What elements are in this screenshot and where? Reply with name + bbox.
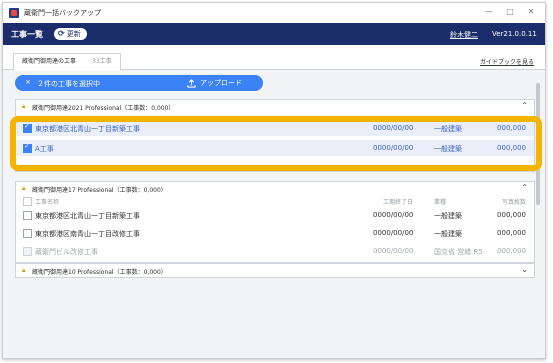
refresh-icon: ⟳ — [58, 29, 65, 38]
tab-count: 33工事 — [92, 58, 112, 65]
upload-label: アップロード — [200, 79, 242, 87]
checkbox-icon[interactable] — [23, 229, 32, 238]
lock-icon: 🔒︎ — [22, 267, 26, 274]
table-row: 蔵衛門ビル改修工事 0000/00/00 国交省 営繕 R5 000,000 — [16, 243, 534, 259]
selection-bar: × ２件の工事を選択中 アップロード — [15, 75, 263, 91]
category: 国交省 営繕 R5 — [434, 248, 483, 256]
lock-icon: 🔒︎ — [22, 103, 26, 110]
app-logo-icon — [9, 8, 19, 18]
project-name: 東京都港区北青山一丁目新築工事 — [35, 212, 140, 220]
group-title: 蔵衛門御用達2021 Professional（工事数：0,000） — [32, 105, 175, 112]
tab-label: 蔵衛門御用達の工事 — [22, 58, 77, 65]
chevron-down-icon[interactable]: ⌄ — [521, 265, 528, 274]
user-name-link[interactable]: 鈴木健二 — [450, 30, 478, 40]
photo-count: 000,000 — [497, 211, 526, 219]
tab-projects[interactable]: 蔵衛門御用達の工事 33工事 — [13, 53, 121, 71]
lock-icon: 🔒︎ — [22, 185, 26, 192]
minimize-button[interactable]: — — [482, 7, 496, 16]
chevron-up-icon[interactable]: ⌃ — [521, 101, 528, 110]
upload-icon — [187, 78, 196, 88]
photo-count: 000,000 — [497, 247, 526, 255]
window-title: 蔵衛門一括バックアップ — [24, 9, 101, 17]
page-title: 工事一覧 — [11, 30, 43, 39]
group-header[interactable]: 🔒︎ 蔵衛門御用達2021 Professional（工事数：0,000） ⌃ — [16, 100, 534, 113]
group-title: 蔵衛門御用達17 Professional（工事数：0,000） — [32, 187, 167, 194]
highlight-frame — [10, 116, 542, 171]
group-title: 蔵衛門御用達10 Professional（工事数：0,000） — [32, 269, 167, 276]
select-all-checkbox[interactable] — [23, 197, 32, 206]
checkbox-icon — [23, 247, 32, 256]
table-row[interactable]: 東京都港区南青山一丁目改修工事 0000/00/00 一般建築 000,000 — [16, 225, 534, 241]
checkbox-icon[interactable] — [23, 211, 32, 220]
maximize-button[interactable]: □ — [503, 7, 517, 16]
photo-count: 000,000 — [497, 229, 526, 237]
col-date: 工期終了日 — [383, 199, 414, 206]
tab-bar: 蔵衛門御用達の工事 33工事 ガイドブックを見る — [3, 45, 545, 71]
col-photos: 写真枚数 — [501, 199, 526, 206]
refresh-label: 更新 — [66, 30, 81, 38]
close-icon[interactable]: × — [25, 78, 31, 86]
end-date: 0000/00/00 — [373, 247, 414, 255]
selection-count: ２件の工事を選択中 — [37, 80, 100, 88]
group-header[interactable]: 🔒︎ 蔵衛門御用達10 Professional（工事数：0,000） ⌄ — [16, 264, 534, 277]
end-date: 0000/00/00 — [373, 229, 414, 237]
end-date: 0000/00/00 — [373, 211, 414, 219]
project-group-17: 🔒︎ 蔵衛門御用達17 Professional（工事数：0,000） ⌃ 工事… — [15, 181, 535, 263]
chevron-up-icon[interactable]: ⌃ — [521, 183, 528, 192]
project-name: 東京都港区南青山一丁目改修工事 — [35, 230, 140, 238]
close-window-button[interactable]: ✕ — [524, 7, 538, 16]
project-name: 蔵衛門ビル改修工事 — [35, 248, 98, 256]
table-row[interactable]: 東京都港区北青山一丁目新築工事 0000/00/00 一般建築 000,000 — [16, 207, 534, 223]
app-window: 蔵衛門一括バックアップ — □ ✕ 工事一覧 ⟳ 更新 鈴木健二 Ver21.0… — [2, 2, 546, 359]
upload-button[interactable]: アップロード — [187, 78, 242, 88]
group-header[interactable]: 🔒︎ 蔵衛門御用達17 Professional（工事数：0,000） ⌃ — [16, 182, 534, 195]
app-header: 工事一覧 ⟳ 更新 鈴木健二 Ver21.0.0.11 — [3, 23, 545, 45]
project-group-10: 🔒︎ 蔵衛門御用達10 Professional（工事数：0,000） ⌄ — [15, 263, 535, 278]
title-bar: 蔵衛門一括バックアップ — □ ✕ — [3, 3, 545, 24]
col-type: 業種 — [434, 199, 447, 206]
col-name: 工事名称 — [35, 199, 60, 206]
refresh-button[interactable]: ⟳ 更新 — [54, 28, 87, 40]
category: 一般建築 — [434, 212, 462, 220]
guidebook-link[interactable]: ガイドブックを見る — [480, 57, 534, 66]
version-label: Ver21.0.0.11 — [492, 30, 537, 38]
category: 一般建築 — [434, 230, 462, 238]
column-header: 工事名称 工期終了日 業種 写真枚数 — [16, 195, 534, 207]
